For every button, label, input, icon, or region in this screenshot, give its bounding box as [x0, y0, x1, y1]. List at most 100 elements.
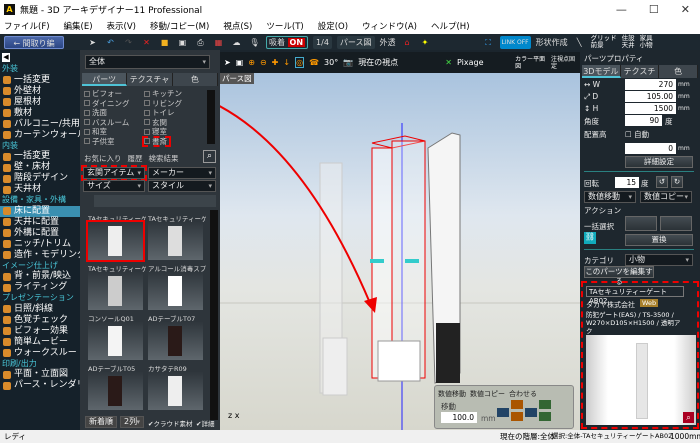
numeric-copy-select[interactable]: 数値コピー	[640, 191, 692, 203]
size-select[interactable]: サイズ	[83, 180, 145, 192]
keyword-field[interactable]	[94, 195, 216, 207]
view-select[interactable]: パース図	[336, 35, 375, 49]
room-checkbox[interactable]: 洗面	[84, 108, 144, 118]
image-icon[interactable]: ▦	[212, 36, 225, 49]
part-thumbnail[interactable]	[148, 372, 203, 410]
menu-viewpoint[interactable]: 視点(S)	[223, 20, 252, 32]
nav-item[interactable]: 敷材	[0, 108, 80, 119]
part-thumbnail[interactable]	[86, 220, 145, 262]
3d-viewport[interactable]: パース図 z x 数値移動 数値コピー 合わせる 移動 100.0 mm	[220, 73, 580, 430]
nav-item[interactable]: 背・前景/映込	[0, 271, 80, 282]
part-thumbnail[interactable]	[148, 322, 203, 360]
items-scrollbar[interactable]	[210, 210, 218, 420]
room-checkbox[interactable]: 子供室	[84, 137, 144, 147]
move-x-plus-button[interactable]	[525, 408, 537, 417]
fix-view-checkbox[interactable]: 注視点固定	[551, 56, 580, 70]
room-checkbox[interactable]: ダイニング	[84, 99, 144, 109]
cloud-checkbox[interactable]: ✔クラウド素材	[148, 418, 192, 428]
nav-item[interactable]: ビフォー効果	[0, 326, 80, 337]
zoom-preview-icon[interactable]: ⌕	[683, 412, 694, 423]
style-select[interactable]: スタイル	[148, 180, 216, 192]
nav-item[interactable]: 一括変更	[0, 75, 80, 86]
fit-view-icon[interactable]: ▣	[236, 58, 244, 67]
part-thumbnail[interactable]	[148, 222, 203, 260]
cloud-icon[interactable]: ☁	[230, 36, 243, 49]
rotate-ccw-button[interactable]: ↺	[656, 176, 668, 188]
part-thumbnail[interactable]	[88, 272, 143, 310]
gate-selected[interactable]	[370, 135, 426, 382]
nav-item[interactable]: 簡単ムービー	[0, 337, 80, 348]
print-icon[interactable]: ⎙	[194, 36, 207, 49]
angle-field[interactable]: 90	[625, 115, 662, 126]
tab-color[interactable]: 色	[659, 65, 699, 78]
detail-checkbox[interactable]: ✔詳細	[196, 418, 214, 428]
room-checkbox[interactable]: 和室	[84, 127, 144, 137]
menu-tools[interactable]: ツール(T)	[266, 20, 303, 32]
tab-parts[interactable]: パーツ	[82, 73, 128, 86]
renderer-select[interactable]: Pixage	[457, 58, 510, 67]
close-button[interactable]: ✕	[681, 3, 690, 16]
width-field[interactable]: 270	[625, 79, 676, 90]
walk-icon[interactable]: ☎	[309, 58, 319, 67]
room-checkbox[interactable]: バスルーム	[84, 118, 144, 128]
ceiling-checkbox[interactable]: 天井	[622, 42, 635, 49]
move-y-plus-button[interactable]	[511, 400, 523, 409]
scope-select[interactable]: 全体	[85, 55, 210, 69]
viewpoint-select[interactable]: 現在の視点	[358, 57, 440, 68]
zoom-in-icon[interactable]: ⊕	[248, 58, 255, 67]
search-results-radio[interactable]: 検索結果	[149, 153, 179, 164]
maker-select[interactable]: メーカー	[148, 167, 216, 179]
nav-item[interactable]: 外壁材	[0, 86, 80, 97]
move-down-icon[interactable]: ↓	[283, 58, 290, 67]
collapse-icon[interactable]: ◀	[2, 53, 10, 62]
small-items-checkbox[interactable]: 小物	[640, 42, 653, 49]
maximize-button[interactable]: ☐	[649, 3, 659, 16]
tab-color[interactable]: 色	[172, 73, 218, 86]
room-checkbox[interactable]: 玄関	[144, 118, 204, 128]
tab-3d-model[interactable]: 3Dモデル	[582, 65, 621, 78]
save-icon[interactable]: ▣	[176, 36, 189, 49]
nav-item[interactable]: 平面・立面図	[0, 369, 80, 380]
back-to-floorplan-button[interactable]: ← 間取り編集へ	[4, 35, 64, 61]
detail-settings-button[interactable]: 詳細設定	[625, 156, 693, 168]
height-field[interactable]: 1500	[625, 103, 676, 114]
nav-item[interactable]: カーテンウォール	[0, 130, 86, 141]
nav-item[interactable]: 外構に配置	[0, 228, 80, 239]
columns-select[interactable]: 2列	[120, 416, 144, 428]
shape-create-button[interactable]: 形状作成	[536, 36, 568, 49]
magic-wand-icon[interactable]: ✦	[419, 36, 432, 49]
tab-texture[interactable]: テクスチャ	[620, 65, 660, 89]
edit-part-button[interactable]: このパーツを編集する	[584, 266, 654, 286]
roof-icon[interactable]: ⌂	[401, 36, 414, 49]
nav-item[interactable]: 色覚チェック	[0, 315, 80, 326]
room-checkbox[interactable]: キッチン	[144, 89, 204, 99]
align-radio[interactable]: 合わせる	[509, 389, 537, 399]
category-select[interactable]: 小物	[625, 254, 693, 266]
nav-item[interactable]: 壁・床材	[0, 162, 80, 173]
nav-item[interactable]: 一括変更	[0, 151, 80, 162]
foreground-checkbox[interactable]: 前景	[591, 42, 617, 49]
room-checkbox[interactable]: リビング	[144, 99, 204, 109]
move-y-minus-button[interactable]	[511, 412, 523, 421]
tab-texture[interactable]: テクスチャ	[127, 73, 173, 86]
placement-height-field[interactable]: 0	[625, 143, 676, 154]
microphone-icon[interactable]: 🎙	[248, 36, 261, 49]
nav-item[interactable]: 天井に配置	[0, 217, 80, 228]
nav-item[interactable]: 屋根材	[0, 97, 80, 108]
search-icon[interactable]: ⌕	[203, 150, 216, 163]
history-radio[interactable]: 履歴	[128, 153, 143, 164]
angle-select[interactable]: 30°	[324, 58, 338, 67]
minimize-button[interactable]: —	[616, 3, 627, 16]
menu-settings[interactable]: 設定(O)	[318, 20, 348, 32]
menu-move[interactable]: 移動/コピー(M)	[150, 20, 209, 32]
scale-select[interactable]: 1/4	[313, 35, 332, 49]
depth-field[interactable]: 105.00	[625, 91, 676, 102]
nav-item[interactable]: ライティング	[0, 282, 80, 293]
fit-icon[interactable]: ⛶	[482, 36, 495, 49]
redo-icon[interactable]: ↷	[122, 36, 135, 49]
rotate-field[interactable]: 15	[615, 177, 639, 188]
nav-item[interactable]: パース・レンダリング	[0, 380, 104, 391]
select-arrow-icon[interactable]: ➤	[86, 36, 99, 49]
measure-icon[interactable]: ╲	[573, 36, 586, 49]
outer-transparent-select[interactable]: 外透	[380, 36, 396, 49]
